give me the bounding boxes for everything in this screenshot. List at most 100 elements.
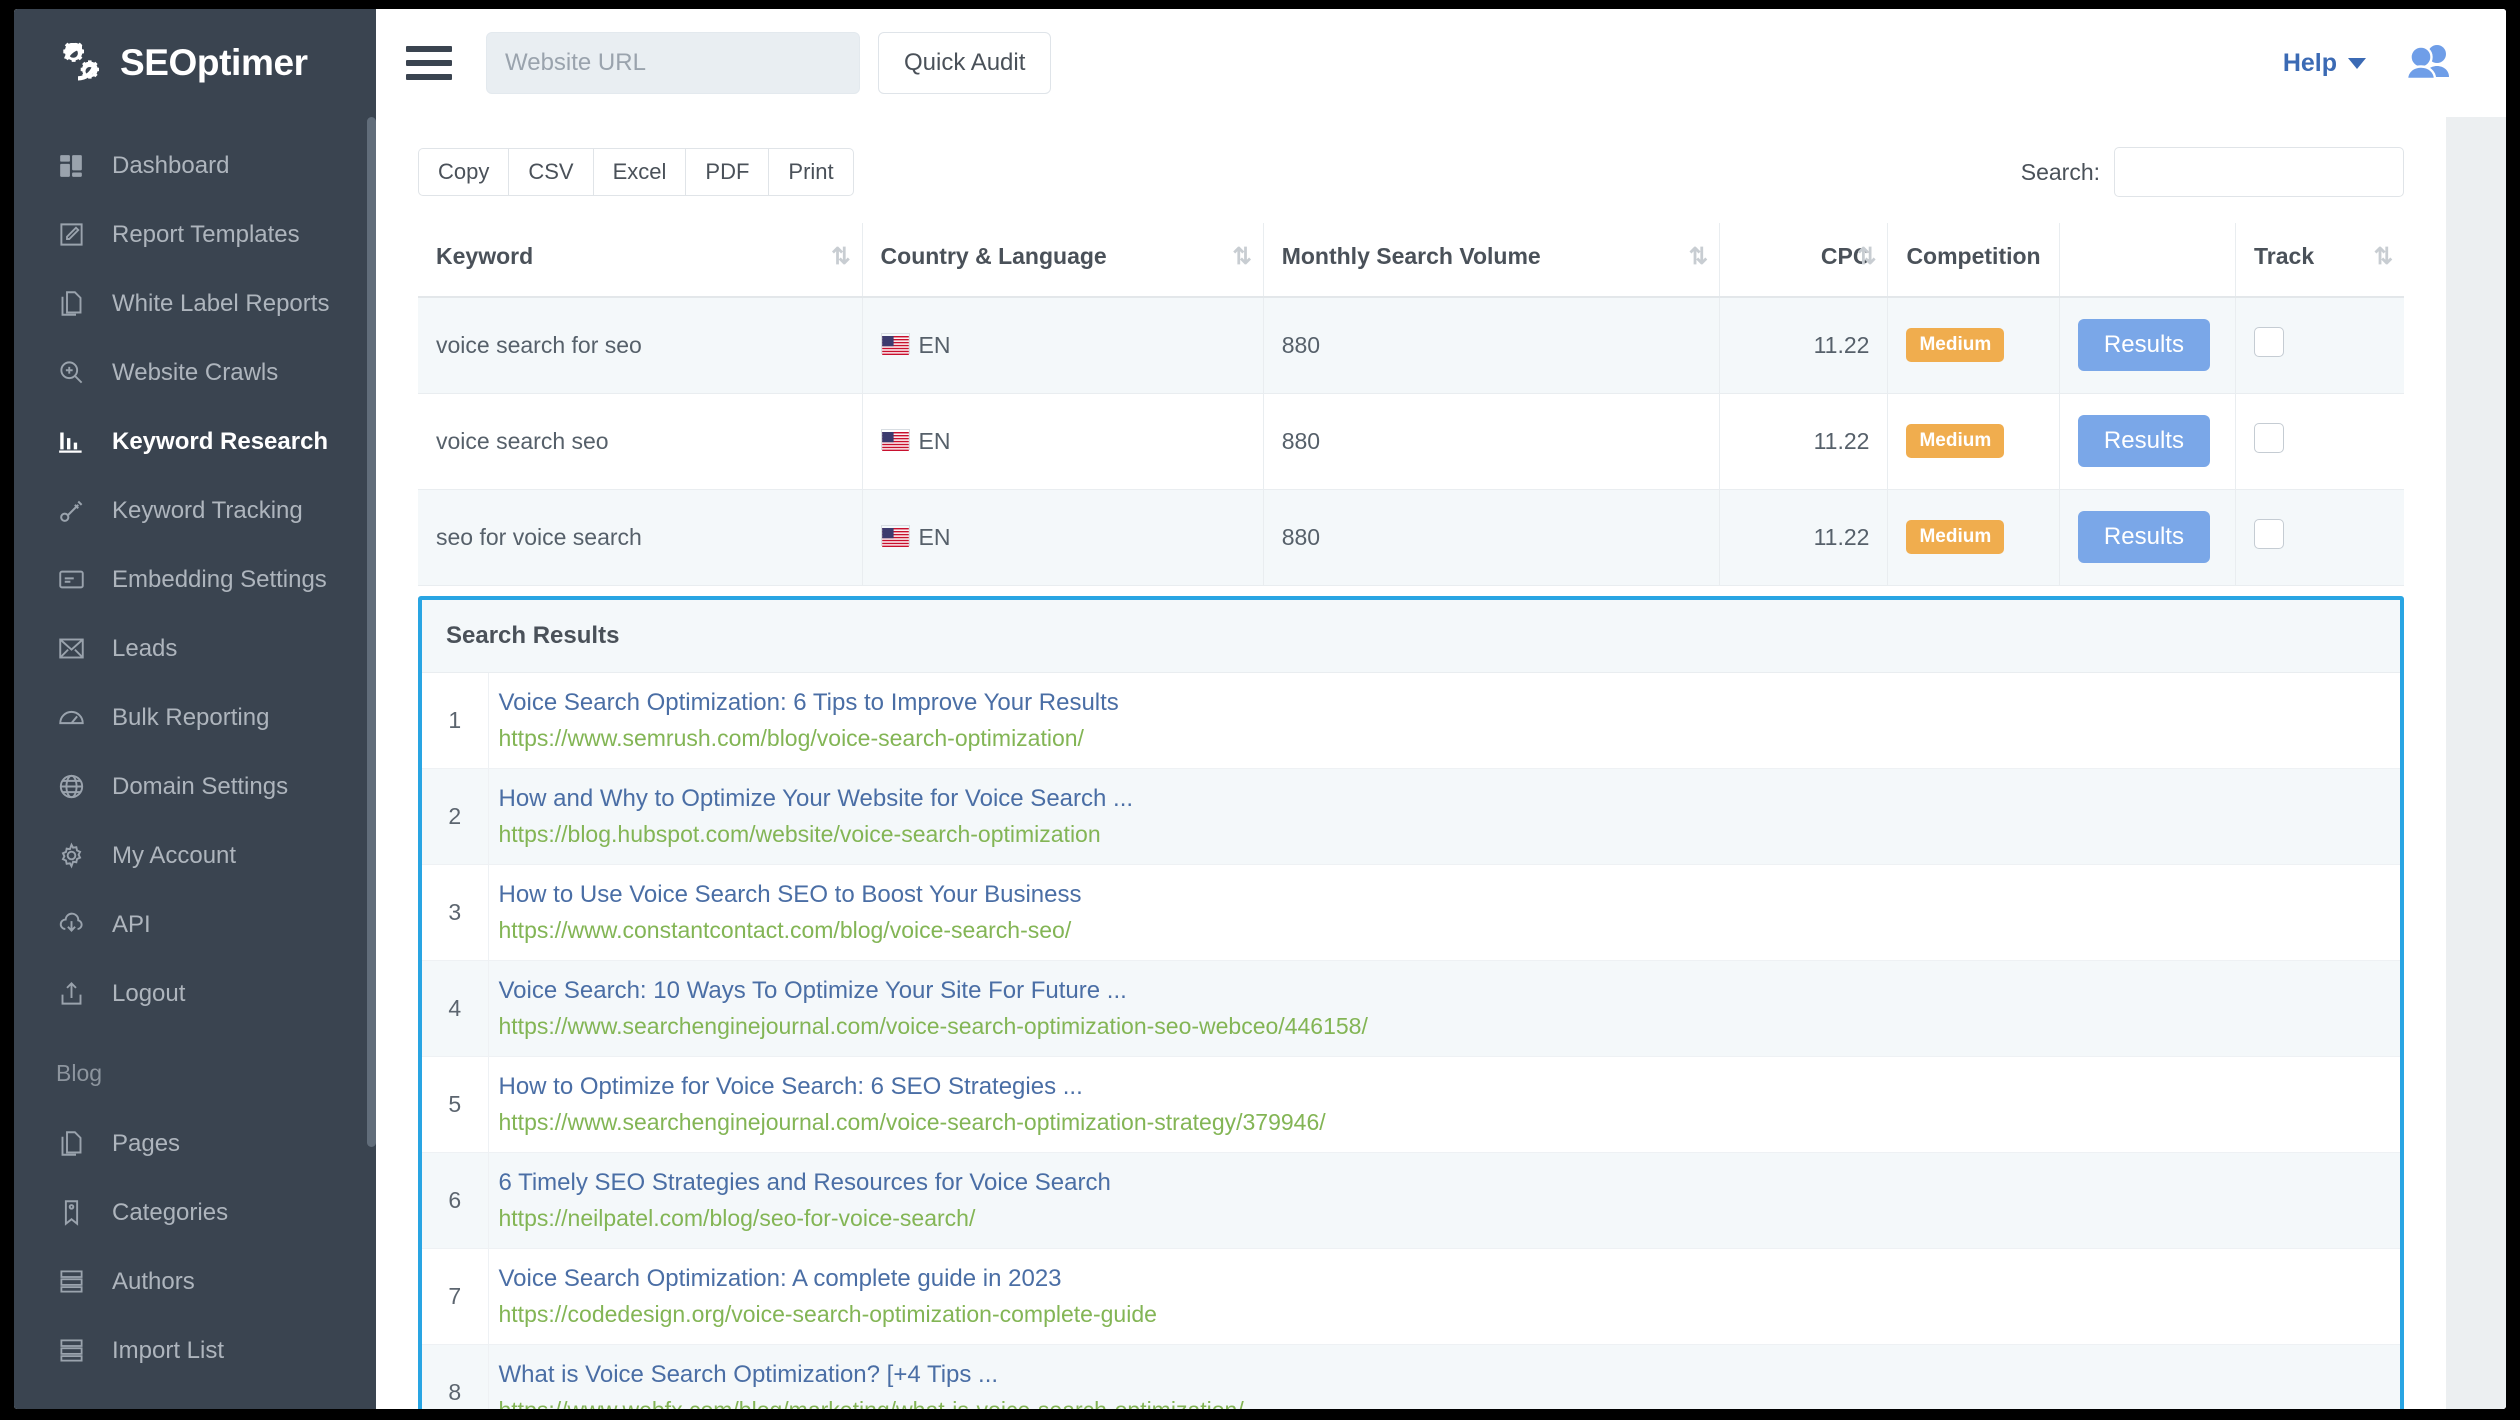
envelope-icon (56, 634, 86, 664)
column-header-cpc[interactable]: CPC ⇅ (1719, 223, 1888, 298)
result-title-link[interactable]: Voice Search: 10 Ways To Optimize Your S… (499, 977, 2391, 1005)
table-row: voice search for seo EN 880 11.22 Medium (418, 297, 2404, 394)
column-header-country-language[interactable]: Country & Language ⇅ (861, 223, 1264, 298)
website-url-input[interactable] (486, 32, 860, 94)
us-flag-icon (880, 524, 910, 547)
result-title-link[interactable]: How and Why to Optimize Your Website for… (499, 785, 2391, 813)
cell-monthly-search-volume: 880 (1262, 489, 1720, 586)
track-checkbox[interactable] (2254, 423, 2284, 453)
bar-chart-icon (56, 427, 86, 457)
sidebar-item-label: Keyword Tracking (112, 496, 303, 524)
topbar-right: Help (2283, 43, 2474, 83)
sidebar-item-label: Categories (112, 1198, 229, 1226)
sidebar-item-dashboard[interactable]: Dashboard (14, 131, 376, 200)
result-url-link[interactable]: https://www.searchenginejournal.com/voic… (499, 1013, 2391, 1040)
sidebar-item-api[interactable]: API (14, 890, 376, 959)
sort-updown-icon[interactable]: ⇅ (1232, 243, 1251, 270)
sidebar-item-bulk-reporting[interactable]: Bulk Reporting (14, 683, 376, 752)
search-input[interactable] (2114, 147, 2404, 197)
bookmark-tag-icon (56, 1198, 86, 1228)
copy-button[interactable]: Copy (418, 148, 509, 196)
result-url-link[interactable]: https://codedesign.org/voice-search-opti… (499, 1301, 2391, 1328)
search-label: Search: (2020, 158, 2100, 185)
dashboard-grid-icon (56, 151, 86, 181)
results-button[interactable]: Results (2077, 319, 2210, 372)
cell-country-language: EN (861, 393, 1264, 490)
sidebar: SEOptimer Dashboard Report Templates Whi (14, 9, 376, 1409)
result-url-link[interactable]: https://blog.hubspot.com/website/voice-s… (499, 821, 2391, 848)
hamburger-menu-icon[interactable] (406, 43, 452, 83)
sort-updown-icon[interactable]: ⇅ (2374, 243, 2393, 270)
sidebar-item-keyword-research[interactable]: Keyword Research (14, 407, 376, 476)
cell-keyword: voice search seo (418, 393, 863, 490)
sidebar-item-label: Import List (112, 1336, 225, 1364)
sidebar-item-label: Embedding Settings (112, 565, 327, 593)
sidebar-item-label: Report Templates (112, 220, 300, 248)
result-url-link[interactable]: https://www.webfx.com/blog/marketing/wha… (499, 1397, 2391, 1410)
result-title-link[interactable]: How to Use Voice Search SEO to Boost You… (499, 881, 2391, 909)
list-item: 1 Voice Search Optimization: 6 Tips to I… (422, 672, 2400, 769)
track-checkbox[interactable] (2254, 519, 2284, 549)
sidebar-item-logout[interactable]: Logout (14, 959, 376, 1028)
csv-button[interactable]: CSV (508, 148, 593, 196)
result-title-link[interactable]: Voice Search Optimization: 6 Tips to Imp… (499, 689, 2391, 717)
track-checkbox[interactable] (2254, 327, 2284, 358)
sidebar-item-keyword-tracking[interactable]: Keyword Tracking (14, 476, 376, 545)
sidebar-item-white-label-reports[interactable]: White Label Reports (14, 269, 376, 338)
results-button[interactable]: Results (2077, 511, 2210, 563)
result-title-link[interactable]: What is Voice Search Optimization? [+4 T… (499, 1361, 2391, 1389)
sort-updown-icon[interactable]: ⇅ (1857, 243, 1876, 270)
sidebar-item-report-templates[interactable]: Report Templates (14, 200, 376, 269)
sidebar-item-leads[interactable]: Leads (14, 614, 376, 683)
result-url-link[interactable]: https://www.searchenginejournal.com/voic… (499, 1109, 2391, 1136)
list-item: 2 How and Why to Optimize Your Website f… (422, 768, 2400, 865)
users-group-icon[interactable] (2404, 43, 2456, 83)
column-header-track[interactable]: Track ⇅ (2235, 223, 2404, 298)
help-menu[interactable]: Help (2283, 49, 2366, 78)
sidebar-item-authors[interactable]: Authors (14, 1247, 376, 1316)
sidebar-nav: Dashboard Report Templates White Label R… (14, 117, 376, 1385)
sidebar-item-label: API (112, 910, 151, 938)
sidebar-item-label: Dashboard (112, 151, 230, 179)
brand[interactable]: SEOptimer (14, 9, 376, 117)
result-rank: 2 (422, 768, 489, 865)
quick-audit-button[interactable]: Quick Audit (878, 32, 1052, 94)
column-header-keyword[interactable]: Keyword ⇅ (418, 223, 863, 298)
sidebar-item-my-account[interactable]: My Account (14, 821, 376, 890)
sort-updown-icon[interactable]: ⇅ (1689, 243, 1708, 270)
sidebar-item-pages[interactable]: Pages (14, 1109, 376, 1178)
pdf-button[interactable]: PDF (685, 148, 769, 196)
sidebar-item-label: White Label Reports (112, 289, 330, 317)
result-title-link[interactable]: Voice Search Optimization: A complete gu… (499, 1265, 2391, 1293)
excel-button[interactable]: Excel (592, 148, 686, 196)
status-badge: Medium (1906, 328, 2005, 363)
result-cell: What is Voice Search Optimization? [+4 T… (488, 1344, 2400, 1409)
result-url-link[interactable]: https://www.constantcontact.com/blog/voi… (499, 917, 2391, 944)
result-rank: 6 (422, 1152, 489, 1249)
result-rank: 7 (422, 1248, 489, 1345)
cell-action: Results (2058, 297, 2236, 394)
result-rank: 1 (422, 672, 489, 769)
sidebar-scrollbar-thumb[interactable] (367, 117, 376, 1147)
column-header-monthly-search-volume[interactable]: Monthly Search Volume ⇅ (1262, 223, 1720, 298)
sort-updown-icon[interactable]: ⇅ (831, 243, 850, 270)
result-url-link[interactable]: https://neilpatel.com/blog/seo-for-voice… (499, 1205, 2391, 1232)
list-item: 7 Voice Search Optimization: A complete … (422, 1248, 2400, 1345)
column-header-competition[interactable]: Competition (1887, 223, 2060, 298)
table-row: seo for voice search EN 880 11.22 Medium (418, 489, 2404, 586)
result-rank: 8 (422, 1344, 489, 1409)
sidebar-item-website-crawls[interactable]: Website Crawls (14, 338, 376, 407)
sidebar-item-import-list[interactable]: Import List (14, 1316, 376, 1385)
results-button[interactable]: Results (2077, 415, 2210, 467)
globe-icon (56, 772, 86, 802)
result-title-link[interactable]: 6 Timely SEO Strategies and Resources fo… (499, 1169, 2391, 1197)
sidebar-item-embedding-settings[interactable]: Embedding Settings (14, 545, 376, 614)
sidebar-item-domain-settings[interactable]: Domain Settings (14, 752, 376, 821)
print-button[interactable]: Print (768, 148, 854, 196)
result-rank: 5 (422, 1056, 489, 1153)
result-cell: 6 Timely SEO Strategies and Resources fo… (488, 1152, 2400, 1249)
result-title-link[interactable]: How to Optimize for Voice Search: 6 SEO … (499, 1073, 2391, 1101)
sidebar-item-categories[interactable]: Categories (14, 1178, 376, 1247)
result-url-link[interactable]: https://www.semrush.com/blog/voice-searc… (499, 725, 2391, 752)
cloud-download-icon (56, 910, 86, 940)
